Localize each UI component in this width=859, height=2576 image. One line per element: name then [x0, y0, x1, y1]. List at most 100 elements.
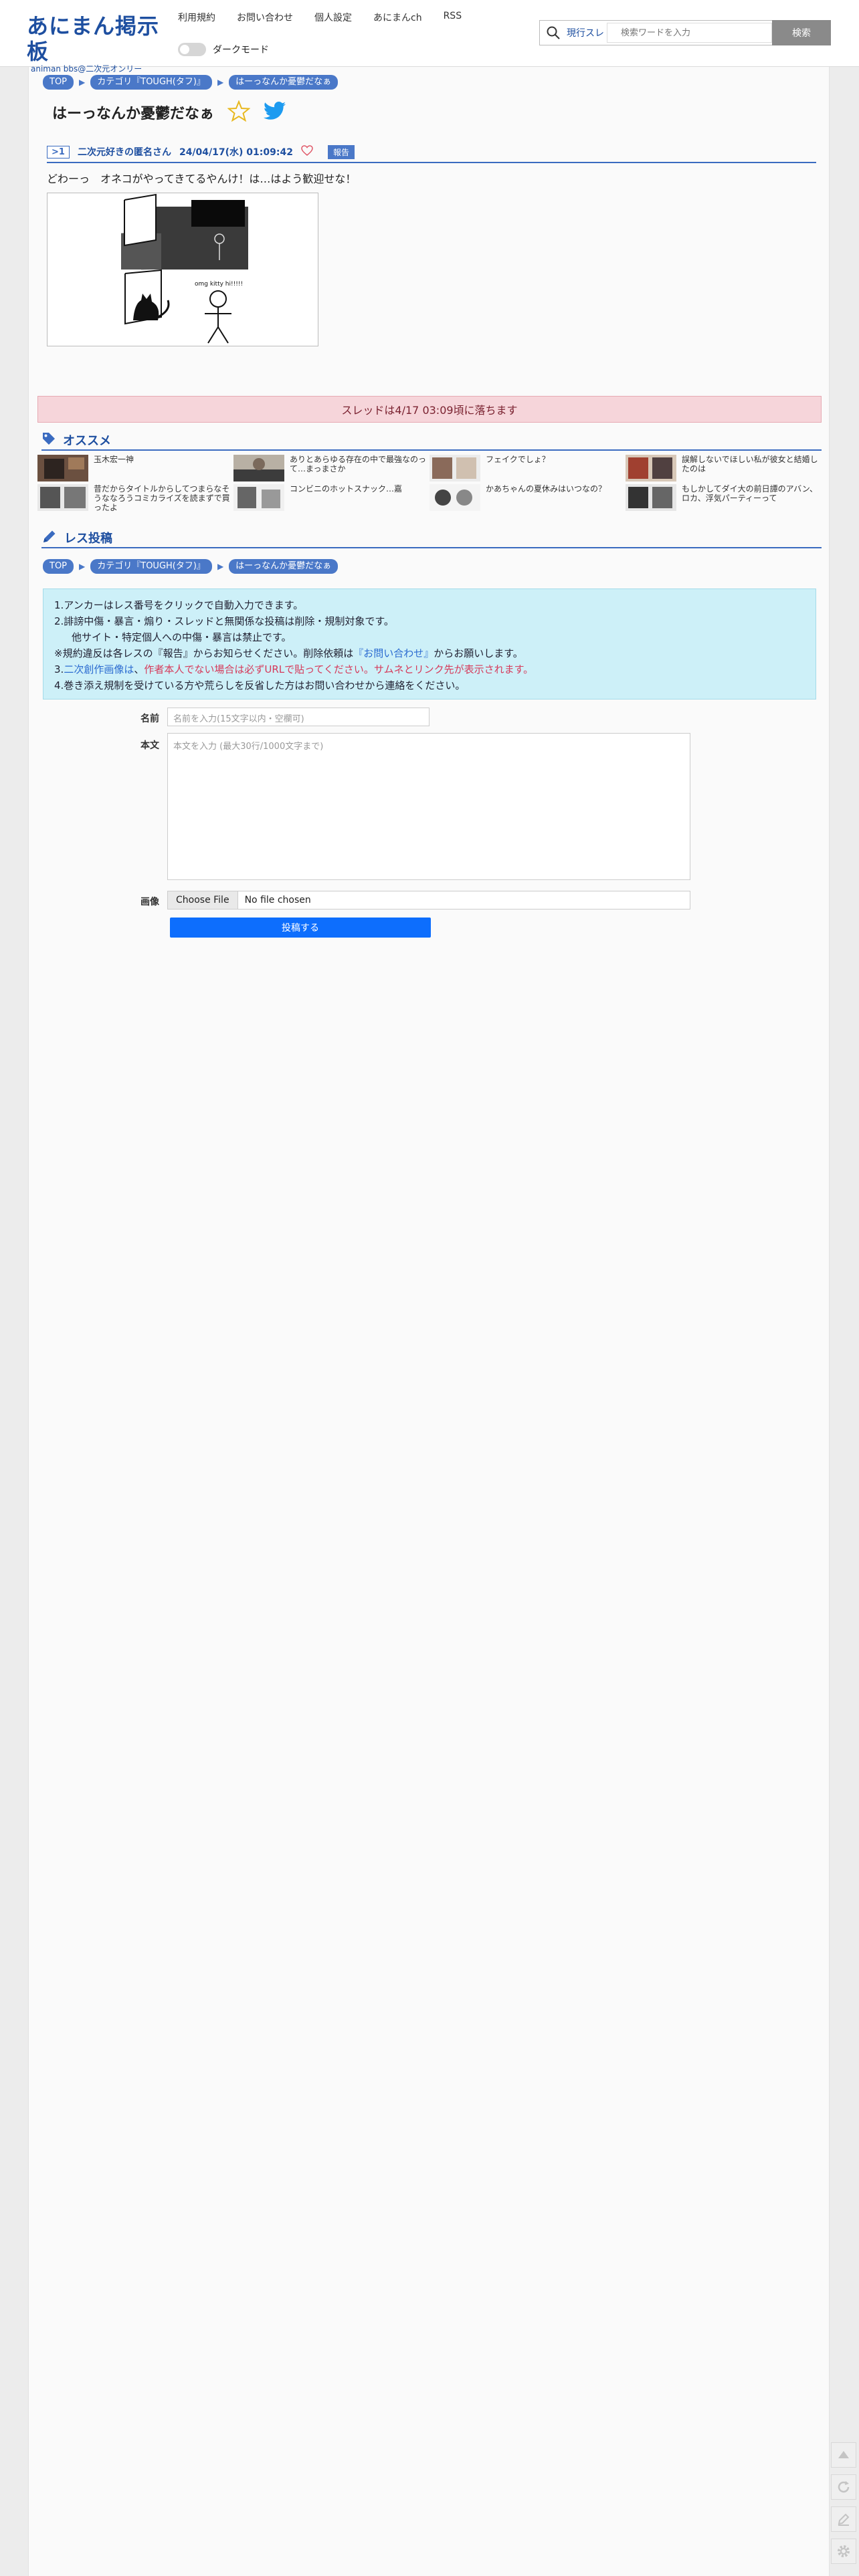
recommend-title: 玉木宏一神 — [94, 455, 134, 464]
recommend-item[interactable]: フェイクでしょ？ — [430, 455, 626, 481]
logo-subtitle: animan bbs@二次元オンリー — [31, 64, 142, 74]
dark-mode-label: ダークモード — [213, 45, 269, 56]
submit-button[interactable]: 投稿する — [170, 918, 431, 938]
recommend-thumbnail — [37, 484, 88, 511]
dark-mode-row: ダークモード — [178, 43, 269, 56]
breadcrumb-separator-icon: ▶ — [217, 562, 224, 571]
nav-terms[interactable]: 利用規約 — [178, 11, 215, 24]
breadcrumb-bottom: TOP ▶ カテゴリ『TOUGH(タフ)』 ▶ はーっなんか憂鬱だなぁ — [43, 559, 339, 574]
poster-name: 二次元好きの匿名さん — [77, 147, 171, 158]
reload-icon — [838, 2481, 850, 2493]
recommend-column: 玉木宏一神 昔だからタイトルからしてつまらなそうななろうコミカライズを読まずで買… — [37, 455, 233, 514]
breadcrumb-top[interactable]: TOP — [43, 75, 74, 90]
nav-rss[interactable]: RSS — [444, 11, 462, 24]
tag-icon — [41, 431, 56, 449]
post-body: どわーっ オネコがやってきてるやんけ！は…はよう歓迎せな！ — [47, 173, 357, 185]
recommend-title: かあちゃんの夏休みはいつなの？ — [486, 484, 607, 494]
name-field[interactable]: 名前を入力(15文字以内・空欄可) — [167, 708, 430, 726]
body-textarea[interactable]: 本文を入力 (最大30行/1000文字まで) — [167, 733, 690, 880]
recommend-thumbnail — [233, 484, 284, 511]
search-icon — [540, 21, 567, 45]
report-button[interactable]: 報告 — [327, 144, 355, 159]
rule-line: ※規約違反は各レスの『報告』からお知らせください。削除依頼は『お問い合わせ』から… — [54, 645, 805, 661]
rule-text: からお願いします。 — [434, 647, 523, 659]
image-file-input[interactable]: Choose File No file chosen — [167, 891, 690, 909]
recommend-title: コンビニのホットスナック…嘉 — [290, 484, 403, 494]
heart-icon[interactable] — [301, 145, 313, 158]
reload-button[interactable] — [831, 2474, 856, 2500]
nav-settings[interactable]: 個人設定 — [314, 11, 352, 24]
recommend-thumbnail — [233, 455, 284, 481]
recommend-item[interactable]: コンビニのホットスナック…嘉 — [233, 484, 430, 511]
breadcrumb-separator-icon: ▶ — [79, 78, 86, 87]
recommend-thumbnail — [37, 455, 88, 481]
site-logo[interactable]: あにまん掲示板 animan bbs@二次元オンリー — [27, 13, 167, 74]
image-label: 画像 — [140, 897, 159, 907]
image-caption: omg kitty hi!!!!! — [195, 281, 243, 288]
search-button[interactable]: 検索 — [772, 20, 831, 45]
nav-animanch[interactable]: あにまんch — [373, 11, 422, 24]
rule-highlight: 二次創作画像は — [64, 663, 134, 675]
recommend-item[interactable]: 玉木宏一神 — [37, 455, 233, 481]
recommend-item[interactable]: ありとあらゆる存在の中で最強なのって…まっまさか — [233, 455, 430, 481]
recommend-item[interactable]: もしかしてダイ大の前日譚のアバン、ロカ、浮気パーティーって — [626, 484, 822, 511]
rule-line: 2.誹謗中傷・暴言・煽り・スレッドと無関係な投稿は削除・規制対象です。 — [54, 615, 394, 627]
recommend-title: フェイクでしょ？ — [486, 455, 550, 464]
recommend-thumbnail — [626, 484, 676, 511]
recommend-column: 誤解しないでほしい私が彼女と結婚したのは もしかしてダイ大の前日譚のアバン、ロカ… — [626, 455, 822, 514]
twitter-icon[interactable] — [263, 102, 286, 123]
pencil-icon — [41, 528, 58, 548]
reply-heading-text: レス投稿 — [64, 532, 112, 546]
choose-file-button[interactable]: Choose File — [168, 891, 238, 909]
dark-mode-toggle[interactable] — [178, 43, 206, 56]
rule-line: 3.二次創作画像は、作者本人でない場合は必ずURLで貼ってください。サムネとリン… — [54, 661, 805, 677]
breadcrumb-thread[interactable]: はーっなんか憂鬱だなぁ — [229, 559, 339, 574]
file-status: No file chosen — [244, 895, 311, 905]
recommend-heading: オススメ — [41, 431, 822, 451]
recommend-item[interactable]: 誤解しないでほしい私が彼女と結婚したのは — [626, 455, 822, 481]
breadcrumb-top[interactable]: TOP — [43, 559, 74, 574]
recommend-column: フェイクでしょ？ かあちゃんの夏休みはいつなの？ — [430, 455, 626, 514]
posting-rules: 1.アンカーはレス番号をクリックで自動入力できます。 2.誹謗中傷・暴言・煽り・… — [43, 588, 816, 700]
search-bar: 現行スレ 検索 — [539, 20, 831, 45]
recommend-title: 昔だからタイトルからしてつまらなそうななろうコミカライズを読まずで買ったよ — [94, 484, 230, 511]
recommend-heading-text: オススメ — [63, 434, 111, 448]
recommend-thumbnail — [430, 484, 480, 511]
thread-title-row: はーっなんか憂鬱だなぁ — [52, 100, 286, 124]
edit-icon — [838, 2513, 850, 2526]
star-icon[interactable] — [227, 100, 251, 124]
rule-text: 3. — [54, 663, 64, 675]
nav-contact[interactable]: お問い合わせ — [237, 11, 293, 24]
contact-link[interactable]: 『お問い合わせ』 — [353, 647, 434, 659]
page-column — [28, 0, 830, 2576]
settings-button[interactable] — [831, 2539, 856, 2564]
page-title: はーっなんか憂鬱だなぁ — [52, 106, 215, 122]
rule-line: 1.アンカーはレス番号をクリックで自動入力できます。 — [54, 599, 304, 611]
reply-heading: レス投稿 — [41, 528, 822, 548]
recommend-thumbnail — [430, 455, 480, 481]
breadcrumb-thread[interactable]: はーっなんか憂鬱だなぁ — [229, 75, 339, 90]
recommend-item[interactable]: かあちゃんの夏休みはいつなの？ — [430, 484, 626, 511]
post-image[interactable]: omg kitty hi!!!!! — [47, 193, 318, 346]
breadcrumb-category[interactable]: カテゴリ『TOUGH(タフ)』 — [90, 75, 212, 90]
body-label: 本文 — [140, 740, 159, 751]
recommend-title: 誤解しないでほしい私が彼女と結婚したのは — [682, 455, 818, 473]
recommend-list: 玉木宏一神 昔だからタイトルからしてつまらなそうななろうコミカライズを読まずで買… — [37, 455, 823, 514]
breadcrumb-separator-icon: ▶ — [217, 78, 224, 87]
breadcrumb-category[interactable]: カテゴリ『TOUGH(タフ)』 — [90, 559, 212, 574]
search-scope-select[interactable]: 現行スレ — [567, 26, 607, 39]
post-date: 24/04/17(水) 01:09:42 — [179, 147, 293, 158]
recommend-title: もしかしてダイ大の前日譚のアバン、ロカ、浮気パーティーって — [682, 484, 818, 503]
post-number[interactable]: >1 — [47, 145, 70, 158]
compose-button[interactable] — [831, 2506, 856, 2532]
rule-line: 他サイト・特定個人への中傷・暴言は禁止です。 — [72, 631, 292, 643]
breadcrumb-separator-icon: ▶ — [79, 562, 86, 571]
rule-warning: 作者本人でない場合は必ずURLで貼ってください。サムネとリンク先が表示されます。 — [144, 663, 534, 675]
recommend-item[interactable]: 昔だからタイトルからしてつまらなそうななろうコミカライズを読まずで買ったよ — [37, 484, 233, 511]
post-header: >1 二次元好きの匿名さん 24/04/17(水) 01:09:42 報告 — [47, 142, 816, 163]
search-input[interactable] — [607, 23, 772, 43]
name-label: 名前 — [140, 714, 159, 724]
logo-title: あにまん掲示板 — [27, 13, 160, 64]
scroll-top-button[interactable] — [831, 2442, 856, 2468]
site-header: あにまん掲示板 animan bbs@二次元オンリー 利用規約 お問い合わせ 個… — [0, 0, 859, 74]
